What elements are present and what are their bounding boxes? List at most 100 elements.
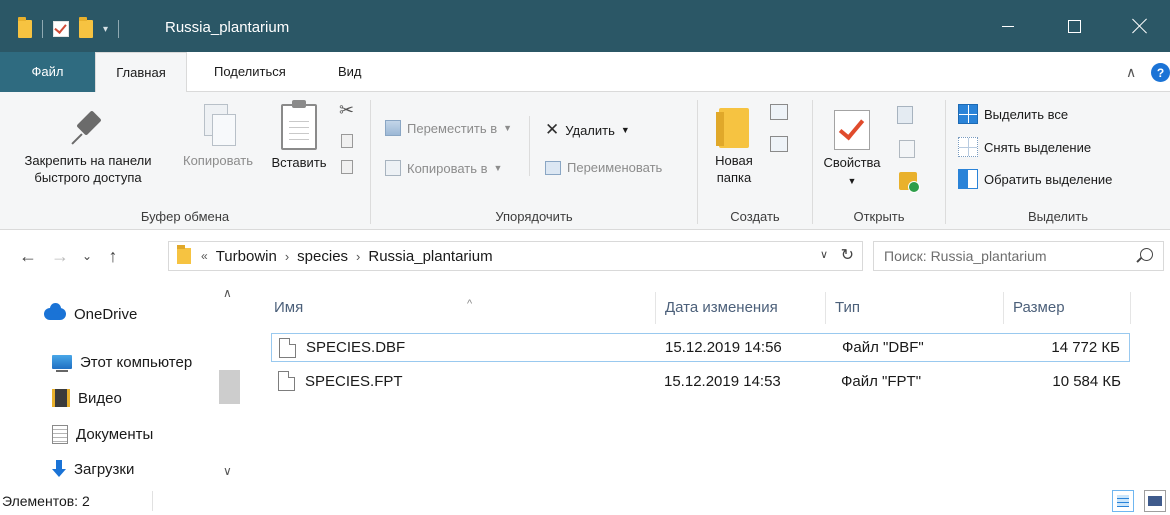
clipboard-icon [281,100,317,150]
arrow-right-icon: → [51,245,69,266]
breadcrumb-turbowin[interactable]: Turbowin [216,248,277,265]
copy-to-icon [385,160,401,176]
maximize-icon [1067,19,1081,33]
up-button[interactable]: ↑ [100,243,126,269]
address-dropdown-icon[interactable]: ∨ [820,248,828,261]
breadcrumb-species[interactable]: species [297,248,348,265]
invert-selection-label: Обратить выделение [984,171,1113,187]
navigation-scrollbar[interactable]: ∧ ∨ [217,282,242,487]
sidebar-item-video[interactable]: Видео [52,386,122,410]
help-icon[interactable]: ? [1151,63,1170,82]
search-input[interactable] [874,242,1134,270]
ribbon-tabs: Файл Главная Поделиться Вид ∧ ? [0,52,1170,93]
paste-shortcut-icon[interactable] [341,160,353,174]
rename-button[interactable]: Переименовать [545,160,662,175]
new-folder-button[interactable]: Новая папка [706,102,762,186]
invert-selection-button[interactable]: Обратить выделение [958,169,1112,189]
column-header-size[interactable]: Размер [1003,292,1131,324]
title-bar: ▾ Russia_plantarium [0,0,1170,52]
copy-label: Копировать [183,153,253,168]
quick-access-toolbar: ▾ [18,17,120,41]
copy-button[interactable]: Копировать [174,104,262,169]
new-item-icon[interactable] [770,104,788,120]
copy-icon [200,104,236,148]
sidebar-item-downloads[interactable]: Загрузки [52,457,134,481]
delete-button[interactable]: ✕ Удалить ▼ [545,120,630,140]
properties-label: Свойства [823,155,881,170]
move-to-label: Переместить в [407,120,498,136]
group-select: Выделить все Снять выделение Обратить вы… [946,92,1170,230]
computer-icon [52,355,72,372]
tab-file[interactable]: Файл [0,52,95,92]
paste-button[interactable]: Вставить [263,100,335,171]
search-box[interactable] [873,241,1164,271]
column-header-name[interactable]: Имя ^ [265,292,655,324]
column-header-type[interactable]: Тип [825,292,1003,324]
breadcrumb-russia-plantarium[interactable]: Russia_plantarium [368,248,492,265]
recent-locations-button[interactable]: ⌄ [78,243,96,269]
sidebar-item-onedrive[interactable]: OneDrive [44,302,137,326]
maximize-button[interactable] [1042,0,1106,52]
large-icons-view-icon[interactable] [1144,490,1166,512]
sidebar-item-this-pc[interactable]: Этот компьютер [52,350,192,374]
pin-label-line2: быстрого доступа [34,170,142,185]
chevron-right-icon[interactable]: › [356,249,360,264]
group-open: Свойства ▼ Открыть [813,92,945,230]
tab-share[interactable]: Поделиться [214,52,286,92]
table-row[interactable]: SPECIES.FPT 15.12.2019 14:53 Файл "FPT" … [271,367,1130,396]
column-header-date[interactable]: Дата изменения [655,292,825,324]
address-input[interactable]: « Turbowin › species › Russia_plantarium… [168,241,863,271]
collapse-ribbon-icon[interactable]: ∧ [1126,52,1136,92]
select-all-label: Выделить все [984,106,1069,122]
file-name: SPECIES.DBF [306,339,406,356]
documents-icon [52,424,68,444]
back-button[interactable]: ← [14,243,42,269]
scissors-icon[interactable]: ✂ [339,100,354,121]
select-all-button[interactable]: Выделить все [958,104,1068,124]
easy-access-icon[interactable] [770,136,788,152]
scroll-down-icon[interactable]: ∨ [223,464,232,478]
move-icon [385,120,401,136]
customize-toolbar-dropdown-icon[interactable]: ▾ [103,24,108,35]
pin-quick-access-button[interactable]: Закрепить на панели быстрого доступа [4,108,172,186]
file-size: 10 584 КБ [1052,373,1121,390]
sidebar-item-documents[interactable]: Документы [52,422,153,446]
group-label-clipboard: Буфер обмена [140,209,230,224]
close-icon [1132,18,1148,34]
close-button[interactable] [1108,0,1170,52]
properties-quick-icon[interactable] [53,21,69,37]
details-view-icon[interactable] [1112,490,1134,512]
scrollbar-thumb[interactable] [219,370,240,404]
download-arrow-icon [52,460,66,478]
tab-home[interactable]: Главная [95,52,187,93]
sidebar-item-label: Документы [76,425,154,443]
scroll-up-icon[interactable]: ∧ [223,286,232,300]
history-icon[interactable] [899,172,920,193]
chevron-right-icon[interactable]: › [285,249,289,264]
select-none-button[interactable]: Снять выделение [958,137,1091,157]
table-row[interactable]: SPECIES.DBF 15.12.2019 14:56 Файл "DBF" … [271,333,1130,362]
refresh-icon[interactable]: ↻ [841,245,854,265]
status-separator [152,491,153,511]
tab-view[interactable]: Вид [338,52,362,92]
pin-label-line1: Закрепить на панели [24,153,152,168]
toolbar-separator [118,20,120,38]
edit-icon[interactable] [899,140,915,158]
move-to-button[interactable]: Переместить в ▼ [385,120,512,136]
group-label-new: Создать [730,209,780,224]
open-icon[interactable] [897,106,913,124]
minimize-button[interactable] [976,0,1040,52]
window-title: Russia_plantarium [165,19,290,36]
invert-selection-icon [958,169,978,189]
navigation-pane: OneDrive Этот компьютер Видео Документы … [0,282,245,487]
copy-to-button[interactable]: Копировать в ▼ [385,160,502,176]
new-folder-quick-icon[interactable] [79,17,93,38]
file-list: Имя ^ Дата изменения Тип Размер SPECIES.… [245,282,1170,487]
properties-button[interactable]: Свойства ▼ [819,110,885,190]
search-icon[interactable] [1140,248,1153,261]
overflow-crumbs-icon[interactable]: « [201,249,208,263]
copy-path-icon[interactable] [341,134,353,148]
forward-button[interactable]: → [46,243,74,269]
group-label-organize: Упорядочить [495,209,573,224]
properties-check-icon [834,110,870,150]
